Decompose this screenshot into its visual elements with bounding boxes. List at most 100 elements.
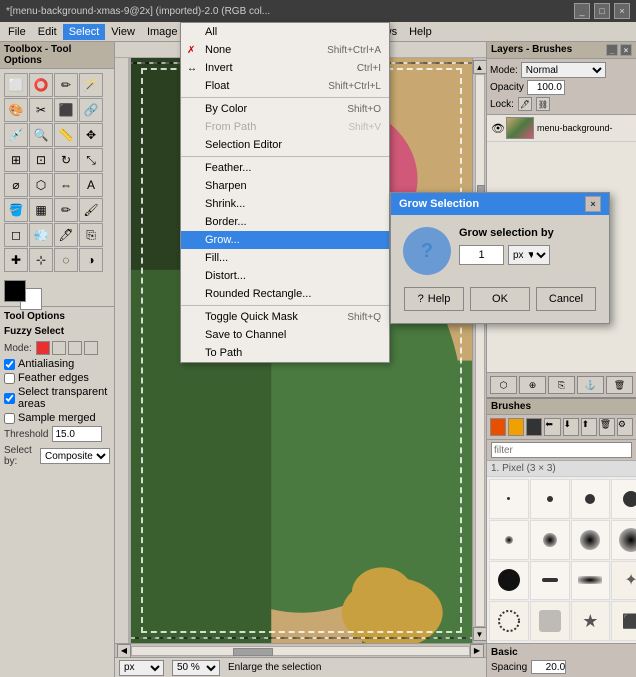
tool-align[interactable]: ⊞ [4, 148, 28, 172]
menu-item-float[interactable]: Float Shift+Ctrl+L [181, 77, 389, 95]
menu-view[interactable]: View [105, 24, 141, 40]
duplicate-layer-btn[interactable]: ⎘ [548, 376, 575, 394]
horizontal-scrollbar[interactable]: ◀ ▶ [115, 643, 486, 657]
brush-item-11[interactable] [489, 561, 529, 601]
brush-item-1[interactable] [489, 479, 529, 519]
tool-rotate[interactable]: ↻ [54, 148, 78, 172]
tool-measure[interactable]: 📏 [54, 123, 78, 147]
close-button[interactable]: × [614, 3, 630, 19]
menu-help[interactable]: Help [403, 24, 438, 40]
tool-eraser[interactable]: ◻ [4, 223, 28, 247]
tool-zoom[interactable]: 🔍 [29, 123, 53, 147]
tool-bucket-fill[interactable]: 🪣 [4, 198, 28, 222]
brush-color-1[interactable] [490, 418, 506, 436]
tool-select-by-color[interactable]: 🎨 [4, 98, 28, 122]
brush-item-4[interactable] [611, 479, 636, 519]
tool-dodge[interactable]: ◑ [79, 248, 103, 272]
mode-replace[interactable] [36, 341, 50, 355]
minimize-button[interactable]: _ [574, 3, 590, 19]
brush-item-3[interactable] [571, 479, 611, 519]
brush-item-2[interactable] [530, 479, 570, 519]
brush-item-12[interactable] [530, 561, 570, 601]
threshold-input[interactable] [52, 426, 102, 442]
tool-free-select[interactable]: ✏ [54, 73, 78, 97]
panel-close[interactable]: × [620, 44, 632, 56]
new-layer-from-visible-btn[interactable]: ⊕ [519, 376, 546, 394]
brush-item-19[interactable]: ⬛ [611, 601, 636, 641]
tool-pencil[interactable]: ✏ [54, 198, 78, 222]
brush-item-17[interactable] [530, 601, 570, 641]
scroll-track[interactable] [475, 74, 485, 627]
tool-text[interactable]: A [79, 173, 103, 197]
brush-item-6[interactable] [489, 520, 529, 560]
sample-merged-checkbox[interactable] [4, 413, 15, 424]
mode-subtract[interactable] [68, 341, 82, 355]
grow-dialog-close-button[interactable]: × [585, 196, 601, 212]
menu-item-feather[interactable]: Feather... [181, 159, 389, 177]
brush-tool-3[interactable]: ⬆ [581, 418, 597, 436]
scroll-right-button[interactable]: ▶ [470, 644, 484, 658]
layer-item[interactable]: 👁 menu-background- [487, 115, 636, 142]
grow-unit-select[interactable]: px ▼ mm % [508, 245, 550, 265]
tool-blend[interactable]: ▦ [29, 198, 53, 222]
tool-scissors[interactable]: ✂ [29, 98, 53, 122]
tool-foreground-select[interactable]: ⬛ [54, 98, 78, 122]
maximize-button[interactable]: □ [594, 3, 610, 19]
menu-item-fill[interactable]: Fill... [181, 249, 389, 267]
scroll-left-button[interactable]: ◀ [117, 644, 131, 658]
lock-pixels-btn[interactable]: 🖊 [518, 97, 532, 111]
tool-move[interactable]: ✥ [79, 123, 103, 147]
panel-minimize[interactable]: _ [606, 44, 618, 56]
menu-item-by-color[interactable]: By Color Shift+O [181, 100, 389, 118]
brush-item-14[interactable]: ✦ [611, 561, 636, 601]
grow-ok-button[interactable]: OK [470, 287, 530, 311]
scroll-down-button[interactable]: ▼ [473, 627, 487, 641]
brush-tool-2[interactable]: ⬇ [563, 418, 579, 436]
menu-item-distort[interactable]: Distort... [181, 267, 389, 285]
mode-select[interactable]: Normal Multiply Screen [521, 62, 606, 78]
brush-item-7[interactable] [530, 520, 570, 560]
tool-rect-select[interactable]: ⬜ [4, 73, 28, 97]
feather-edges-checkbox[interactable] [4, 373, 15, 384]
tool-blur[interactable]: ◌ [54, 248, 78, 272]
brush-item-16[interactable] [489, 601, 529, 641]
menu-item-grow[interactable]: Grow... [181, 231, 389, 249]
menu-item-none[interactable]: ✗ None Shift+Ctrl+A [181, 41, 389, 59]
tool-paintbrush[interactable]: 🖌 [79, 198, 103, 222]
menu-item-shrink[interactable]: Shrink... [181, 195, 389, 213]
h-scroll-track[interactable] [131, 646, 470, 656]
menu-item-save-to-channel[interactable]: Save to Channel [181, 326, 389, 344]
tool-perspective[interactable]: ⬡ [29, 173, 53, 197]
menu-item-border[interactable]: Border... [181, 213, 389, 231]
brush-tool-5[interactable]: ⚙ [617, 418, 633, 436]
layer-visibility-icon[interactable]: 👁 [491, 122, 503, 134]
grow-value-input[interactable] [459, 245, 504, 265]
h-scroll-thumb[interactable] [233, 648, 273, 656]
vertical-scrollbar[interactable]: ▲ ▼ [472, 58, 486, 643]
mode-add[interactable] [52, 341, 66, 355]
brush-item-8[interactable] [571, 520, 611, 560]
tool-flip[interactable]: ⇔ [54, 173, 78, 197]
spacing-input[interactable] [531, 660, 566, 674]
menu-item-toggle-quick-mask[interactable]: Toggle Quick Mask Shift+Q [181, 308, 389, 326]
brush-item-13[interactable] [571, 561, 611, 601]
brush-item-18[interactable]: ★ [571, 601, 611, 641]
mode-intersect[interactable] [84, 341, 98, 355]
antialiasing-checkbox[interactable] [4, 359, 15, 370]
select-transparent-checkbox[interactable] [4, 393, 15, 404]
tool-shear[interactable]: ⌀ [4, 173, 28, 197]
menu-item-to-path[interactable]: To Path [181, 344, 389, 362]
tool-ellipse-select[interactable]: ⭕ [29, 73, 53, 97]
tool-ink[interactable]: 🖊 [54, 223, 78, 247]
tool-scale[interactable]: ⤡ [79, 148, 103, 172]
menu-file[interactable]: File [2, 24, 32, 40]
new-channel-btn[interactable]: ⬡ [490, 376, 517, 394]
opacity-input[interactable] [527, 80, 565, 95]
menu-item-selection-editor[interactable]: Selection Editor [181, 136, 389, 154]
foreground-color[interactable] [4, 280, 26, 302]
brush-tool-4[interactable]: 🗑 [599, 418, 615, 436]
brush-color-3[interactable] [526, 418, 542, 436]
menu-item-rounded-rect[interactable]: Rounded Rectangle... [181, 285, 389, 303]
selectby-select[interactable]: Composite Red Green Blue [40, 448, 110, 464]
tool-paths[interactable]: 🔗 [79, 98, 103, 122]
